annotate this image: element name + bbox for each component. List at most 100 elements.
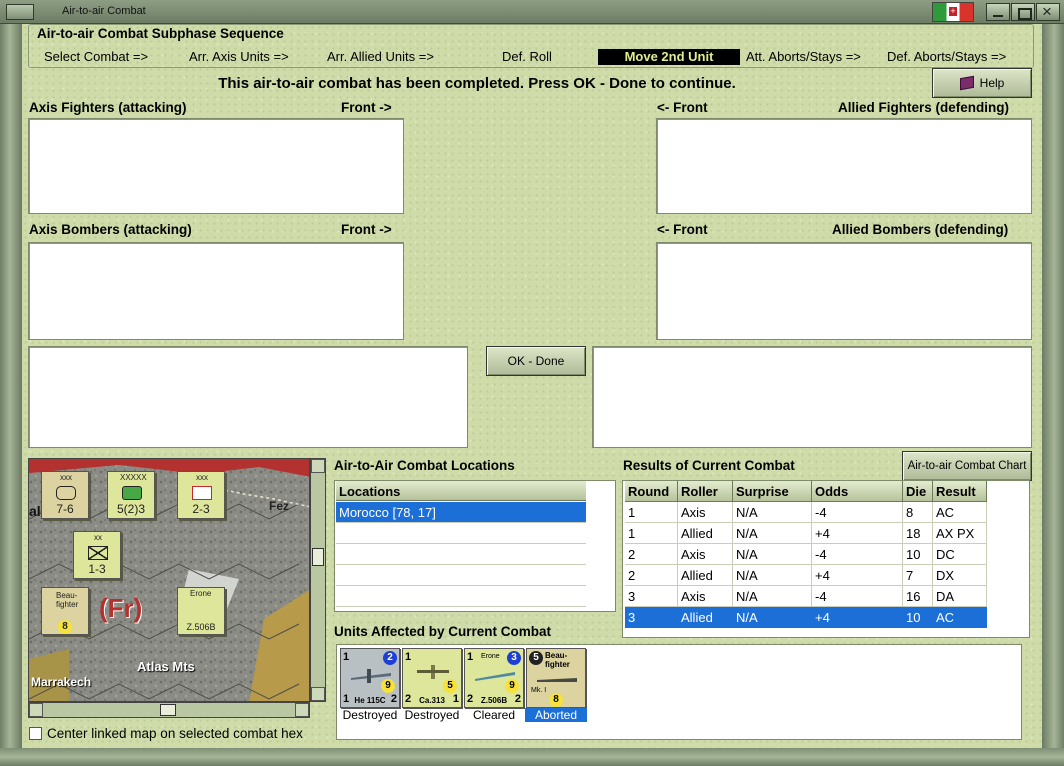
unit-left-value: 1 [343, 651, 350, 663]
results-header-round[interactable]: Round [625, 481, 678, 502]
help-button-label: Help [979, 76, 1005, 90]
linked-map[interactable]: xxx 7-6 XXXXX 5(2)3 xxx 2-3 xx 1-3 Beau-… [28, 458, 310, 702]
scroll-up-arrow-icon[interactable] [311, 459, 325, 473]
map-label-atlas-mts: Atlas Mts [137, 659, 195, 674]
location-row-empty[interactable] [336, 565, 586, 586]
results-cell[interactable]: 1 [625, 523, 678, 544]
ok-done-button[interactable]: OK - Done [486, 346, 586, 376]
results-cell[interactable]: DC [933, 544, 987, 565]
map-counter-beaufighter[interactable]: Beau-fighter 8 [41, 587, 89, 635]
unit-name: Ca.313 [419, 696, 445, 705]
locations-title: Air-to-Air Combat Locations [334, 458, 515, 473]
results-cell[interactable]: -4 [812, 544, 903, 565]
counter-value: Z.506B [186, 622, 216, 632]
counter-value: 8 [58, 620, 72, 634]
results-cell[interactable]: N/A [733, 523, 812, 544]
results-header-result[interactable]: Result [933, 481, 987, 502]
results-cell[interactable]: 1 [625, 502, 678, 523]
results-cell[interactable]: N/A [733, 586, 812, 607]
map-vertical-scrollbar[interactable] [310, 458, 326, 702]
results-cell[interactable]: 16 [903, 586, 933, 607]
counter-top-label: xx [94, 533, 102, 542]
unit-counter-z506b[interactable]: Erone 1 3 9 2 2 Z.506B [464, 648, 524, 708]
results-cell[interactable]: +4 [812, 523, 903, 544]
help-button[interactable]: Help [932, 68, 1032, 98]
location-row-empty[interactable] [336, 586, 586, 607]
results-header-roller[interactable]: Roller [678, 481, 733, 502]
results-cell[interactable]: AC [933, 502, 987, 523]
map-counter-z506b[interactable]: Erone Z.506B [177, 587, 225, 635]
unit-name: Z.506B [480, 696, 508, 705]
results-cell-selected[interactable]: AC [933, 607, 987, 628]
map-counter-5-2-3[interactable]: XXXXX 5(2)3 [107, 471, 155, 519]
results-cell[interactable]: Axis [678, 544, 733, 565]
results-cell[interactable]: -4 [812, 586, 903, 607]
results-cell[interactable]: AX PX [933, 523, 987, 544]
unit-counter-ca313[interactable]: 1 5 2 1 Ca.313 [402, 648, 462, 708]
results-cell[interactable]: Allied [678, 565, 733, 586]
close-button[interactable] [1036, 2, 1060, 22]
results-cell[interactable]: 18 [903, 523, 933, 544]
axis-fighters-header: Axis Fighters (attacking) [29, 100, 187, 115]
minimize-button[interactable] [986, 3, 1010, 21]
map-label-marrakech: Marrakech [31, 675, 92, 689]
air-combat-chart-button[interactable]: Air-to-air Combat Chart [902, 451, 1032, 481]
unit-top-label: Erone [481, 653, 500, 660]
results-header-surprise[interactable]: Surprise [733, 481, 812, 502]
allied-fighters-panel[interactable] [656, 118, 1032, 214]
allied-bombers-header: Allied Bombers (defending) [832, 222, 1009, 237]
scroll-left-arrow-icon[interactable] [29, 703, 43, 717]
center-map-checkbox[interactable] [29, 727, 42, 740]
scroll-down-arrow-icon[interactable] [311, 687, 325, 701]
unit-counter-he115c[interactable]: 1 2 9 1 2 He 115C [340, 648, 400, 708]
results-cell[interactable]: 3 [625, 586, 678, 607]
results-cell-selected[interactable]: +4 [812, 607, 903, 628]
results-cell[interactable]: 10 [903, 544, 933, 565]
map-horizontal-scroll-thumb[interactable] [160, 704, 176, 716]
help-book-icon [959, 75, 974, 91]
axis-fighters-panel[interactable] [28, 118, 404, 214]
location-row-empty[interactable] [336, 523, 586, 544]
results-cell[interactable]: -4 [812, 502, 903, 523]
results-header-die[interactable]: Die [903, 481, 933, 502]
results-cell[interactable]: +4 [812, 565, 903, 586]
results-cell-selected[interactable]: N/A [733, 607, 812, 628]
results-cell[interactable]: 2 [625, 544, 678, 565]
location-row[interactable]: Morocco [78, 17] [336, 502, 586, 523]
system-menu-icon[interactable] [6, 4, 34, 20]
results-cell-selected[interactable]: Allied [678, 607, 733, 628]
results-cell[interactable]: 2 [625, 565, 678, 586]
results-cell[interactable]: Axis [678, 586, 733, 607]
maximize-button[interactable] [1011, 3, 1035, 21]
scroll-right-arrow-icon[interactable] [295, 703, 309, 717]
map-counter-7-6[interactable]: xxx 7-6 [41, 471, 89, 519]
results-cell[interactable]: 7 [903, 565, 933, 586]
results-cell[interactable]: Allied [678, 523, 733, 544]
map-counter-2-3[interactable]: xxx 2-3 [177, 471, 225, 519]
armor-symbol-icon [56, 486, 76, 500]
unit-circle-value: 9 [381, 679, 395, 693]
results-cell[interactable]: DA [933, 586, 987, 607]
counter-top-label: XXXXX [120, 473, 147, 482]
map-vertical-scroll-thumb[interactable] [312, 548, 324, 566]
results-cell[interactable]: N/A [733, 502, 812, 523]
center-map-checkbox-label[interactable]: Center linked map on selected combat hex [47, 726, 303, 741]
unit-counter-beaufighter[interactable]: Beau-fighter 5 8 Mk. I [526, 648, 586, 708]
map-counter-1-3[interactable]: xx 1-3 [73, 531, 121, 579]
counter-top-label: xxx [60, 473, 72, 482]
window-frame-bottom [0, 748, 1064, 766]
location-row-empty[interactable] [336, 544, 586, 565]
results-cell[interactable]: N/A [733, 565, 812, 586]
results-cell[interactable]: 8 [903, 502, 933, 523]
results-cell[interactable]: Axis [678, 502, 733, 523]
results-cell-selected[interactable]: 3 [625, 607, 678, 628]
step-arr-axis-units: Arr. Axis Units => [189, 49, 289, 64]
allied-bombers-panel[interactable] [656, 242, 1032, 340]
locations-column-header[interactable]: Locations [336, 481, 586, 501]
results-cell[interactable]: DX [933, 565, 987, 586]
axis-bombers-panel[interactable] [28, 242, 404, 340]
unit-badge: 3 [507, 651, 521, 665]
results-header-odds[interactable]: Odds [812, 481, 903, 502]
results-cell-selected[interactable]: 10 [903, 607, 933, 628]
results-cell[interactable]: N/A [733, 544, 812, 565]
